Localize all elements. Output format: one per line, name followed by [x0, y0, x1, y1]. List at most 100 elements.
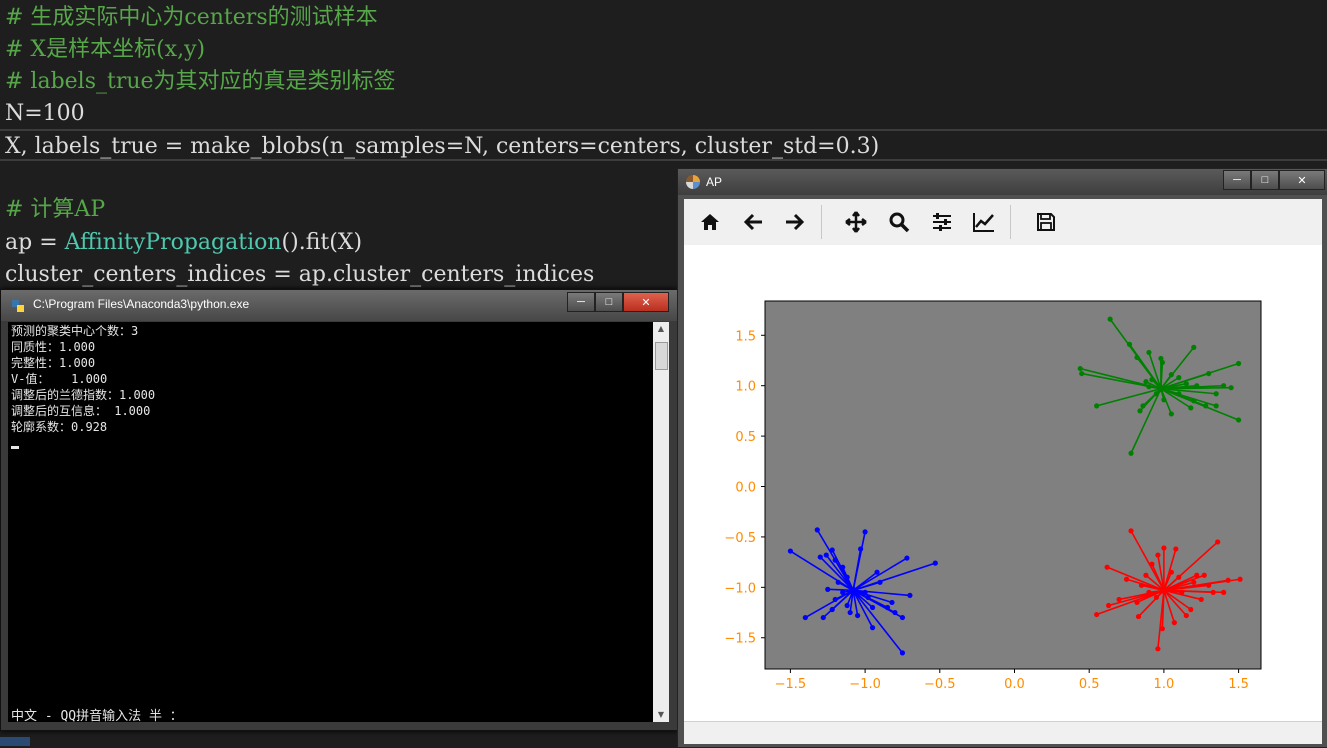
data-point	[832, 596, 838, 603]
back-button[interactable]	[738, 208, 768, 236]
console-output[interactable]: 预测的聚类中心个数：3 同质性：1.000 完整性：1.000 V-值： 1.0…	[8, 322, 653, 724]
data-point	[829, 547, 835, 553]
figure-close-button[interactable]: ✕	[1279, 170, 1325, 190]
data-point	[1188, 405, 1194, 411]
home-icon	[701, 214, 719, 230]
data-point	[1126, 341, 1133, 347]
data-point	[1106, 602, 1112, 609]
figure-titlebar[interactable]: AP ─ □ ✕	[678, 169, 1327, 195]
data-point	[1194, 572, 1200, 578]
data-point	[1173, 546, 1179, 552]
figure-minimize-button[interactable]: ─	[1223, 170, 1251, 190]
edit-axis-button[interactable]	[969, 208, 999, 236]
data-point	[874, 569, 880, 575]
data-point	[814, 527, 820, 533]
y-tick-label: −1.0	[724, 581, 756, 596]
data-point	[1198, 596, 1204, 603]
data-point	[1191, 579, 1197, 585]
y-tick-label: 0.5	[735, 430, 756, 445]
y-tick-label: 1.0	[735, 380, 756, 395]
pan-button[interactable]	[841, 208, 871, 236]
figure-maximize-button[interactable]: □	[1251, 170, 1279, 190]
data-point	[825, 586, 831, 592]
maximize-icon: □	[1261, 174, 1269, 186]
data-point	[1146, 349, 1152, 356]
data-point	[1235, 360, 1242, 367]
x-tick-label: 1.0	[1154, 677, 1175, 692]
data-point	[1194, 383, 1200, 389]
x-tick-label: −1.0	[849, 677, 881, 692]
data-point	[1134, 599, 1140, 606]
data-point	[1155, 552, 1161, 558]
data-point	[1161, 397, 1167, 403]
data-point	[889, 599, 895, 606]
data-point	[869, 625, 876, 631]
data-point	[932, 560, 938, 566]
data-point	[907, 592, 913, 598]
minimize-button[interactable]: ─	[567, 292, 595, 312]
data-point	[1143, 379, 1149, 385]
data-point	[1153, 594, 1160, 601]
code-line-comment-ap: # 计算AP	[5, 197, 106, 222]
python-icon	[12, 300, 24, 312]
close-button[interactable]: ✕	[623, 292, 669, 312]
y-tick-label: −0.5	[724, 531, 756, 546]
data-point	[1143, 572, 1149, 578]
data-point	[844, 602, 850, 609]
maximize-button[interactable]: □	[595, 292, 623, 312]
y-tick-label: −1.5	[724, 632, 756, 647]
console-line: 轮廓系数：0.928	[11, 420, 108, 434]
close-icon: ✕	[641, 296, 651, 309]
data-point	[1094, 611, 1100, 618]
code-line-current[interactable]: X, labels_true = make_blobs(n_samples=N,…	[0, 129, 1327, 161]
data-point	[1188, 606, 1194, 613]
toolbar-separator	[1010, 205, 1011, 239]
scroll-down-icon[interactable]: ▼	[653, 708, 669, 722]
back-icon	[743, 213, 762, 231]
toolbar-separator	[821, 205, 822, 239]
data-point	[787, 548, 793, 554]
configure-subplots-button[interactable]	[927, 208, 957, 236]
save-button[interactable]	[1031, 208, 1061, 236]
console-line: 完整性：1.000	[11, 356, 96, 370]
home-button[interactable]	[695, 208, 725, 236]
console-titlebar[interactable]: C:\Program Files\Anaconda3\python.exe ─ …	[1, 290, 677, 321]
data-point	[1107, 316, 1113, 322]
console-scrollbar[interactable]: ▲ ▼	[653, 322, 669, 722]
console-window[interactable]: C:\Program Files\Anaconda3\python.exe ─ …	[0, 289, 678, 731]
figure-toolbar	[684, 199, 1322, 245]
data-point	[820, 614, 826, 621]
data-point	[1134, 354, 1140, 361]
scrollbar-thumb[interactable]	[655, 342, 668, 370]
data-point	[1235, 417, 1242, 423]
scatter-plot[interactable]: −1.5 −1.0 −0.5 0.0 0.5 1.0 1.5 1.5 1.0 0.5 0.0 −0.5…	[684, 245, 1322, 721]
figure-window[interactable]: AP ─ □ ✕ −1.5 −1.0 −0.5 0.0 0.5 1.0 1.5 …	[677, 168, 1327, 748]
figure-canvas[interactable]: −1.5 −1.0 −0.5 0.0 0.5 1.0 1.5 1.5 1.0 0.5 0.0 −0.5…	[684, 245, 1322, 721]
console-line: 同质性：1.000	[11, 340, 96, 354]
data-point	[869, 604, 876, 611]
data-point	[1137, 408, 1143, 414]
zoom-button[interactable]	[884, 208, 914, 236]
forward-icon	[786, 213, 805, 231]
data-point	[817, 554, 823, 560]
data-point	[1206, 582, 1212, 588]
data-point	[1094, 403, 1100, 409]
console-window-controls: ─ □ ✕	[567, 292, 669, 312]
console-line: 调整后的互信息： 1.000	[11, 404, 151, 418]
text-cursor	[11, 446, 19, 449]
data-point	[1183, 612, 1189, 619]
data-point	[1213, 391, 1219, 397]
scroll-up-icon[interactable]: ▲	[653, 322, 669, 336]
data-point	[1210, 589, 1216, 595]
data-point	[865, 594, 871, 601]
figure-window-controls: ─ □ ✕	[1223, 170, 1325, 190]
forward-button[interactable]	[780, 208, 810, 236]
data-point	[829, 606, 835, 613]
code-token-class: AffinityPropagation	[64, 230, 282, 255]
minimize-icon: ─	[1233, 174, 1241, 186]
taskbar-fragment	[0, 737, 30, 746]
data-point	[840, 589, 846, 595]
data-point	[1140, 403, 1146, 409]
data-point	[1176, 574, 1182, 580]
x-tick-label: 0.0	[1004, 677, 1025, 692]
